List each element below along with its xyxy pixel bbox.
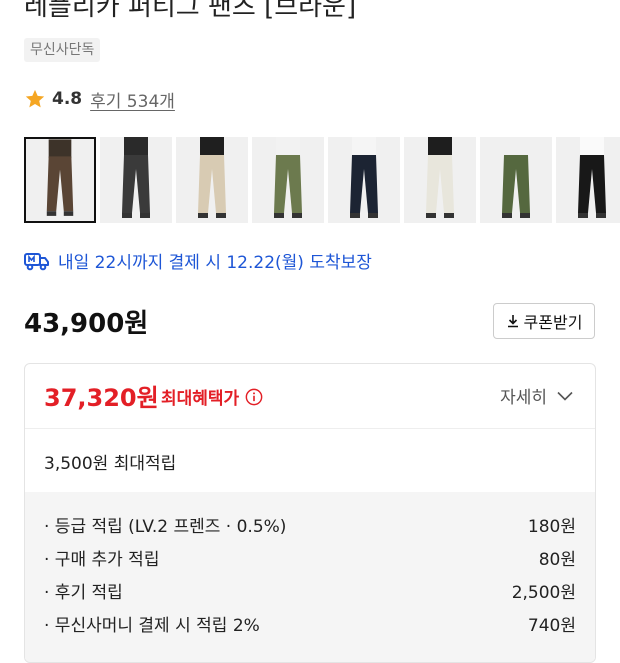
points-row: · 구매 추가 적립 80원 bbox=[44, 545, 576, 570]
review-count-link[interactable]: 후기 534개 bbox=[90, 87, 175, 112]
model-pants-image bbox=[274, 137, 302, 218]
product-thumbnail[interactable] bbox=[100, 137, 172, 223]
max-benefit-label-group: 최대혜택가 bbox=[161, 384, 263, 409]
points-row-label: · 등급 적립 (LV.2 프렌즈 · 0.5%) bbox=[44, 517, 287, 537]
product-thumbnail[interactable] bbox=[404, 137, 476, 223]
points-breakdown: · 등급 적립 (LV.2 프렌즈 · 0.5%) 180원 · 구매 추가 적립 8… bbox=[25, 492, 595, 662]
product-thumbnail[interactable] bbox=[24, 137, 96, 223]
points-row: · 무신사머니 결제 시 적립 2% 740원 bbox=[44, 611, 576, 636]
points-row-label: · 후기 적립 bbox=[44, 583, 123, 603]
points-row: · 등급 적립 (LV.2 프렌즈 · 0.5%) 180원 bbox=[44, 512, 576, 537]
star-icon bbox=[25, 89, 45, 108]
model-pants-image bbox=[578, 137, 606, 218]
product-thumbnail[interactable] bbox=[480, 137, 552, 223]
delivery-truck-icon bbox=[24, 252, 49, 270]
model-pants-image bbox=[198, 137, 226, 218]
rating-row: 4.8 후기 534개 bbox=[24, 86, 175, 112]
max-benefit-label: 최대혜택가 bbox=[161, 389, 240, 409]
exclusive-badge: 무신사단독 bbox=[24, 38, 101, 62]
sale-price: 43,900원 bbox=[24, 309, 149, 339]
coupon-button-label: 쿠폰받기 bbox=[523, 313, 583, 332]
delivery-guarantee: 내일 22시까지 결제 시 12.22(월) 도착보장 bbox=[24, 248, 372, 273]
chevron-down-icon bbox=[557, 391, 573, 401]
points-row-value: 80원 bbox=[538, 550, 576, 570]
benefit-header: 37,320원 최대혜택가 자세히 bbox=[25, 364, 595, 429]
points-row-value: 740원 bbox=[527, 616, 576, 636]
max-benefit-price: 37,320원 bbox=[44, 384, 159, 412]
model-pants-image bbox=[502, 137, 530, 218]
product-title: 레플리카 퍼티그 팬츠 [브라운] bbox=[24, 0, 357, 22]
coupon-download-button[interactable]: 쿠폰받기 bbox=[493, 303, 595, 339]
points-row-value: 2,500원 bbox=[511, 583, 576, 603]
product-thumbnail[interactable] bbox=[556, 137, 620, 223]
product-thumbnail[interactable] bbox=[328, 137, 400, 223]
model-pants-image bbox=[122, 137, 150, 218]
model-pants-image bbox=[350, 137, 378, 218]
points-row-label: · 구매 추가 적립 bbox=[44, 550, 160, 570]
points-row-value: 180원 bbox=[527, 517, 576, 537]
benefit-panel: 37,320원 최대혜택가 자세히 3,500원 최대적립 · 등급 적립 (L… bbox=[24, 363, 596, 663]
model-pants-image bbox=[426, 137, 454, 218]
product-thumbnail[interactable] bbox=[176, 137, 248, 223]
download-icon bbox=[507, 315, 518, 328]
points-row: · 후기 적립 2,500원 bbox=[44, 578, 576, 603]
points-total: 3,500원 최대적립 bbox=[44, 454, 177, 474]
product-thumbnail[interactable] bbox=[252, 137, 324, 223]
delivery-text: 내일 22시까지 결제 시 12.22(월) 도착보장 bbox=[58, 253, 372, 273]
points-row-label: · 무신사머니 결제 시 적립 2% bbox=[44, 616, 260, 636]
rating-score: 4.8 bbox=[52, 89, 83, 109]
thumbnail-strip bbox=[24, 137, 620, 223]
model-pants-image bbox=[46, 139, 74, 216]
detail-button-label: 자세히 bbox=[500, 388, 547, 408]
info-icon[interactable] bbox=[245, 388, 263, 406]
detail-toggle-button[interactable]: 자세히 bbox=[500, 383, 573, 408]
